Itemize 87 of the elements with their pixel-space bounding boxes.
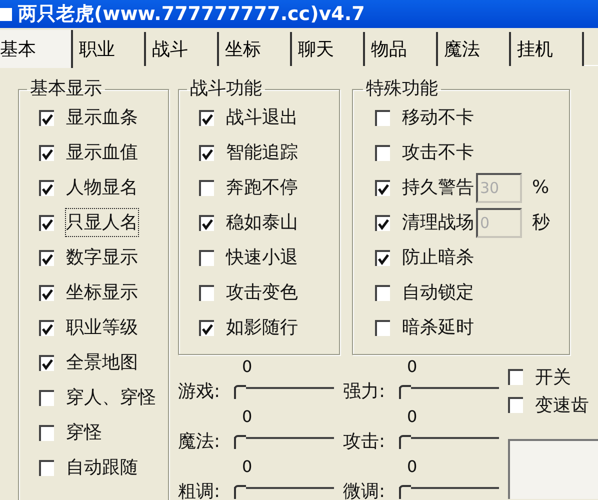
group-title: 特殊功能 <box>365 80 439 98</box>
option-label[interactable]: 智能追踪 <box>226 139 298 166</box>
option-label[interactable]: 人物显名 <box>66 174 138 201</box>
checkbox[interactable] <box>39 284 54 300</box>
checkbox[interactable] <box>375 320 390 336</box>
app-icon <box>0 8 12 20</box>
option-label[interactable]: 只显人名 <box>66 209 138 236</box>
option-label[interactable]: 快速小退 <box>226 244 298 271</box>
option-label[interactable]: 持久警告 <box>402 174 474 201</box>
option-label[interactable]: 穿怪 <box>66 419 102 446</box>
slider-track[interactable] <box>234 437 334 449</box>
checkbox[interactable] <box>39 320 54 336</box>
window-title: 两只老虎(www.777777777.cc)v4.7 <box>18 2 365 27</box>
checkbox[interactable] <box>199 320 214 336</box>
checkbox[interactable] <box>39 460 54 476</box>
slider-track[interactable] <box>234 387 334 399</box>
option-label[interactable]: 攻击变色 <box>226 279 298 306</box>
option-label[interactable]: 防止暗杀 <box>402 244 474 271</box>
checkbox[interactable] <box>39 250 54 266</box>
checkbox[interactable] <box>39 214 54 230</box>
tab[interactable]: 基本 <box>0 30 73 68</box>
checkbox[interactable] <box>508 369 523 385</box>
option-label[interactable]: 全景地图 <box>66 349 138 376</box>
checkbox[interactable] <box>39 144 54 160</box>
option-label[interactable]: 显示血条 <box>66 104 138 131</box>
slider-value: 0 <box>242 356 252 376</box>
option-label[interactable]: 暗杀延时 <box>402 314 474 341</box>
checkbox[interactable] <box>39 390 54 406</box>
tab[interactable]: 坐标 <box>219 32 292 66</box>
option-label[interactable]: 变速齿 <box>535 392 589 418</box>
option-label[interactable]: 稳如泰山 <box>226 209 298 236</box>
tab[interactable]: 职业 <box>73 32 146 66</box>
option-label[interactable]: 显示血值 <box>66 139 138 166</box>
unit-label: 秒 <box>532 211 550 235</box>
option-label[interactable]: 清理战场 <box>402 209 474 236</box>
tab[interactable]: 物品 <box>365 32 438 66</box>
option-label[interactable]: 战斗退出 <box>226 104 298 131</box>
slider-value: 0 <box>242 406 252 426</box>
checkbox[interactable] <box>375 250 390 266</box>
option-label[interactable]: 职业等级 <box>66 314 138 341</box>
checkbox[interactable] <box>199 180 214 196</box>
group-title: 基本显示 <box>29 80 103 98</box>
option-label[interactable]: 数字显示 <box>66 244 138 271</box>
slider-value: 0 <box>407 406 418 426</box>
checkbox[interactable] <box>199 284 214 300</box>
slider-label: 强力: <box>343 380 386 404</box>
tab[interactable]: 战斗 <box>146 32 219 66</box>
option-label[interactable]: 自动锁定 <box>402 279 474 306</box>
slider-value: 0 <box>407 356 418 376</box>
tab[interactable]: 聊天 <box>292 32 365 66</box>
slider-label: 攻击: <box>343 430 386 454</box>
slider-track[interactable] <box>399 437 499 449</box>
checkbox[interactable] <box>39 424 54 440</box>
slider-label: 魔法: <box>178 430 222 454</box>
option-label[interactable]: 攻击不卡 <box>402 139 474 166</box>
checkbox[interactable] <box>375 180 390 196</box>
option-label[interactable]: 开关 <box>535 364 571 390</box>
slider-label: 游戏: <box>178 380 222 404</box>
tab[interactable]: 魔法 <box>438 32 511 66</box>
option-label[interactable]: 移动不卡 <box>402 104 474 131</box>
checkbox[interactable] <box>375 144 390 160</box>
checkbox[interactable] <box>39 180 54 196</box>
option-label[interactable]: 穿人、穿怪 <box>66 384 156 411</box>
option-label[interactable]: 坐标显示 <box>66 279 138 306</box>
checkbox[interactable] <box>199 110 214 126</box>
checkbox[interactable] <box>375 284 390 300</box>
checkbox[interactable] <box>375 214 390 230</box>
slider-label: 微调: <box>343 480 386 500</box>
slider-track[interactable] <box>399 387 499 399</box>
group-title: 战斗功能 <box>189 80 263 98</box>
checkbox[interactable] <box>39 110 54 126</box>
checkbox[interactable] <box>199 144 214 160</box>
slider-value: 0 <box>407 456 418 476</box>
checkbox[interactable] <box>375 110 390 126</box>
slider-label: 粗调: <box>178 480 222 500</box>
slider-track[interactable] <box>399 487 499 499</box>
unit-label: % <box>532 176 550 200</box>
slider-track[interactable] <box>234 487 334 499</box>
checkbox[interactable] <box>39 354 54 370</box>
checkbox[interactable] <box>199 250 214 266</box>
tab[interactable]: 挂机 <box>511 32 584 66</box>
option-label[interactable]: 奔跑不停 <box>226 174 298 201</box>
slider-value: 0 <box>242 456 252 476</box>
checkbox[interactable] <box>199 214 214 230</box>
checkbox[interactable] <box>508 397 523 413</box>
option-label[interactable]: 如影随行 <box>226 314 298 341</box>
option-label[interactable]: 自动跟随 <box>66 454 138 481</box>
